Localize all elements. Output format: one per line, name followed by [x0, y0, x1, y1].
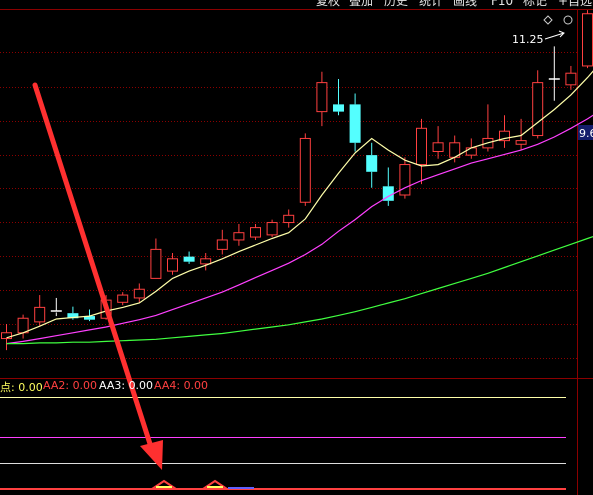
candle-body-18 — [299, 137, 311, 203]
indicator-label-aa4: AA4: 0.00 — [154, 379, 208, 392]
candle-2 — [34, 295, 46, 326]
candle-body-21 — [349, 104, 361, 143]
ma-line-ma10 — [6, 114, 593, 345]
candle-body-24 — [399, 164, 411, 196]
candle-body-1 — [17, 317, 29, 334]
candle-15 — [250, 224, 261, 240]
candle-34 — [565, 65, 577, 90]
indicator-label-aa2: AA2: 0.00 — [43, 379, 97, 392]
kline-chart[interactable]: 11.25 9.6 — [0, 0, 593, 495]
candle-14 — [233, 224, 245, 246]
candle-body-31 — [515, 140, 527, 145]
right-price-tag: 9.6 — [578, 125, 593, 140]
indicator-value-aa4: 0.00 — [183, 379, 209, 392]
candle-body-26 — [432, 142, 444, 153]
candle-body-7 — [117, 294, 129, 303]
candle-body-25 — [416, 127, 427, 166]
max-price-marker: 11.25 — [512, 30, 565, 46]
candle-16 — [266, 219, 278, 238]
indicator-name-dian: 点: — [0, 381, 15, 394]
candle-body-35 — [582, 13, 593, 67]
candle-21 — [349, 93, 361, 152]
chart-top-icons — [543, 15, 573, 25]
indicator-value-aa2: 0.00 — [72, 379, 98, 392]
candle-19 — [316, 71, 328, 127]
pointer-arrow-head — [140, 440, 163, 470]
candle-body-22 — [366, 155, 378, 172]
indicator-lines — [0, 397, 566, 490]
candle-body-20 — [333, 104, 344, 112]
candle-body-32 — [532, 82, 544, 137]
hollow-circle-icon[interactable] — [563, 15, 573, 25]
red-pointer-arrow — [32, 82, 163, 470]
candle-body-9 — [150, 248, 162, 279]
candle-body-12 — [200, 258, 212, 265]
candle-body-14 — [233, 232, 245, 241]
candle-body-8 — [133, 288, 145, 299]
candle-24 — [399, 157, 411, 199]
candle-body-11 — [183, 256, 195, 262]
pointer-arrow-shaft — [32, 82, 154, 450]
candle-25 — [416, 118, 427, 185]
max-price-label: 11.25 — [512, 33, 544, 46]
candle-3 — [50, 297, 62, 317]
candle-7 — [117, 292, 129, 306]
candle-body-2 — [34, 306, 46, 323]
candle-22 — [366, 142, 378, 188]
candle-26 — [432, 126, 444, 159]
candle-31 — [515, 118, 527, 151]
indicator-value-dian: 0.00 — [18, 381, 43, 394]
candle-13 — [216, 229, 228, 255]
candle-11 — [183, 251, 195, 264]
indicator-label-dian: 点: 0.00 — [0, 379, 43, 395]
candle-23 — [382, 167, 394, 206]
candle-body-15 — [250, 227, 261, 238]
candle-12 — [200, 253, 212, 271]
candle-body-10 — [167, 258, 178, 272]
indicator-name-aa3: AA3: — [99, 379, 126, 392]
candle-body-16 — [266, 222, 278, 236]
candle-body-17 — [283, 214, 295, 224]
candle-35 — [582, 10, 593, 69]
candle-33 — [548, 46, 560, 101]
candle-18 — [299, 133, 311, 206]
ma-line-ma30 — [6, 235, 593, 345]
candle-body-19 — [316, 82, 328, 113]
candle-body-34 — [565, 72, 577, 86]
candle-body-28 — [465, 147, 477, 156]
candle-8 — [133, 283, 145, 303]
candle-17 — [283, 209, 295, 228]
grid-lines — [0, 52, 577, 359]
moving-averages — [6, 70, 593, 345]
candle-20 — [333, 79, 344, 116]
indicator-label-aa3: AA3: 0.00 — [99, 379, 153, 392]
candle-9 — [150, 238, 162, 279]
diamond-icon[interactable] — [543, 15, 553, 25]
candle-32 — [532, 70, 544, 139]
indicator-name-aa4: AA4: — [154, 379, 181, 392]
price-tag-label: 9.6 — [579, 127, 593, 140]
ma-line-ma5 — [6, 70, 593, 339]
candle-1 — [17, 314, 29, 339]
candle-body-13 — [216, 239, 228, 250]
indicator-value-aa3: 0.00 — [128, 379, 154, 392]
indicator-name-aa2: AA2: — [43, 379, 70, 392]
candle-30 — [499, 115, 510, 148]
